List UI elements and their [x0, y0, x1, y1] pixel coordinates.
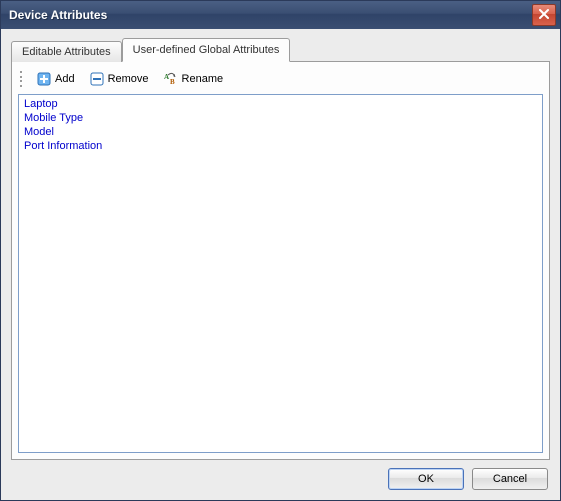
- remove-button[interactable]: Remove: [85, 69, 153, 89]
- tab-label: User-defined Global Attributes: [133, 44, 280, 56]
- svg-text:B: B: [170, 78, 175, 86]
- rename-button[interactable]: A B Rename: [159, 69, 228, 89]
- cancel-label: Cancel: [493, 473, 527, 485]
- tab-label: Editable Attributes: [22, 46, 111, 58]
- close-icon: [539, 8, 549, 22]
- device-attributes-dialog: Device Attributes Editable Attributes Us…: [0, 0, 561, 501]
- tab-user-defined-global-attributes[interactable]: User-defined Global Attributes: [122, 38, 291, 62]
- remove-label: Remove: [108, 73, 149, 85]
- plus-icon: [36, 71, 52, 87]
- tabstrip: Editable Attributes User-defined Global …: [11, 39, 550, 61]
- list-item[interactable]: Mobile Type: [23, 111, 538, 125]
- ok-label: OK: [418, 473, 434, 485]
- dialog-body: Editable Attributes User-defined Global …: [1, 29, 560, 500]
- list-item[interactable]: Laptop: [23, 97, 538, 111]
- attributes-listbox[interactable]: Laptop Mobile Type Model Port Informatio…: [18, 94, 543, 453]
- rename-label: Rename: [182, 73, 224, 85]
- rename-icon: A B: [163, 71, 179, 87]
- tab-editable-attributes[interactable]: Editable Attributes: [11, 41, 122, 62]
- ok-button[interactable]: OK: [388, 468, 464, 490]
- toolbar-grip: [20, 71, 24, 87]
- list-item[interactable]: Port Information: [23, 139, 538, 153]
- toolbar: Add Remove A B: [18, 68, 543, 90]
- close-button[interactable]: [532, 4, 556, 26]
- titlebar: Device Attributes: [1, 1, 560, 29]
- tab-panel: Add Remove A B: [11, 61, 550, 460]
- dialog-footer: OK Cancel: [11, 460, 550, 492]
- list-item[interactable]: Model: [23, 125, 538, 139]
- window-title: Device Attributes: [9, 8, 107, 22]
- add-button[interactable]: Add: [32, 69, 79, 89]
- cancel-button[interactable]: Cancel: [472, 468, 548, 490]
- minus-icon: [89, 71, 105, 87]
- add-label: Add: [55, 73, 75, 85]
